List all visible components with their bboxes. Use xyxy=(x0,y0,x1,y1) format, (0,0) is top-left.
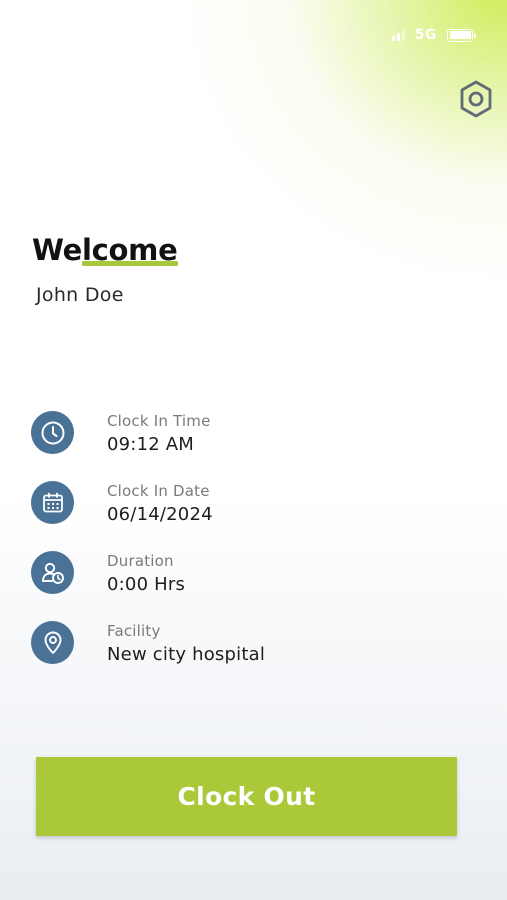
user-clock-icon xyxy=(31,551,74,594)
clock-icon xyxy=(31,411,74,454)
info-row-facility: Facility New city hospital xyxy=(30,620,470,690)
info-value: 0:00 Hrs xyxy=(107,574,186,595)
network-indicator: 5G xyxy=(414,27,437,43)
settings-button[interactable] xyxy=(456,78,496,120)
location-pin-icon xyxy=(31,621,74,664)
info-label: Facility xyxy=(107,622,161,640)
clock-out-button[interactable]: Clock Out xyxy=(36,757,457,836)
info-row-clock-in-date: Clock In Date 06/14/2024 xyxy=(30,480,470,550)
info-label: Clock In Time xyxy=(107,412,211,430)
battery-icon xyxy=(447,28,476,42)
signal-icon xyxy=(391,29,405,41)
user-name: John Doe xyxy=(36,284,124,306)
info-value: 06/14/2024 xyxy=(107,504,213,525)
info-row-duration: Duration 0:00 Hrs xyxy=(30,550,470,620)
info-value: New city hospital xyxy=(107,644,266,665)
info-label: Duration xyxy=(107,552,174,570)
info-value: 09:12 AM xyxy=(107,434,195,455)
clock-info-list: Clock In Time 09:12 AM Clock In Date 06/… xyxy=(30,410,470,690)
hexagon-settings-icon xyxy=(460,80,492,118)
calendar-icon xyxy=(31,481,74,524)
info-row-clock-in-time: Clock In Time 09:12 AM xyxy=(30,410,470,480)
welcome-underline xyxy=(82,261,178,266)
info-label: Clock In Date xyxy=(107,482,210,500)
status-bar: 5G xyxy=(391,24,476,46)
app-screen: 5G Welcome John Doe Clock In Time 09:12 … xyxy=(0,0,507,900)
